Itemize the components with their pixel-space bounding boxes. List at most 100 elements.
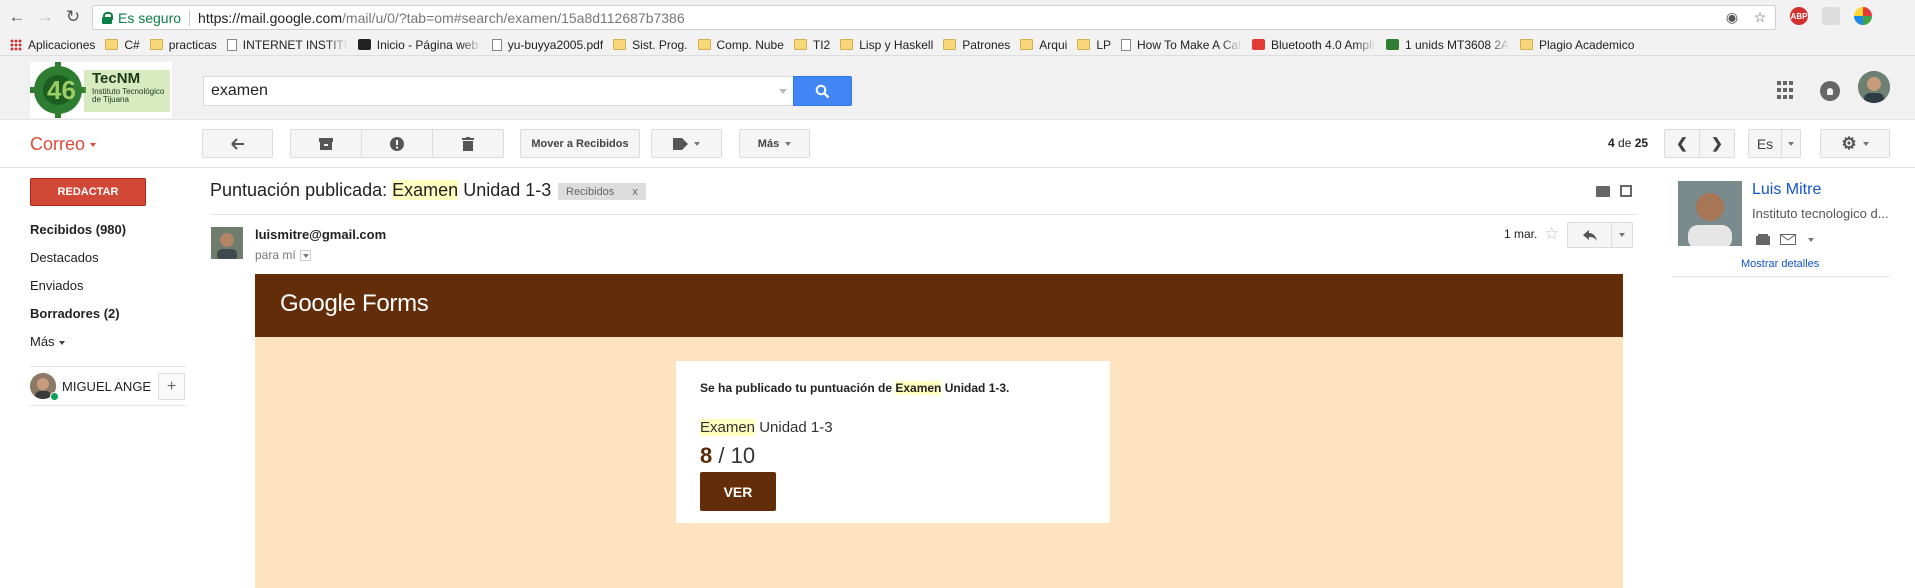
- settings-button[interactable]: ⚙: [1820, 129, 1890, 158]
- bookmark-item[interactable]: Aplicaciones: [10, 35, 95, 55]
- subject-highlight: Examen: [392, 180, 459, 200]
- browser-toolbar: ← → ↻ Es seguro https://mail.google.com/…: [0, 0, 1915, 34]
- subject-suffix: Unidad 1-3: [458, 180, 552, 200]
- bookmark-item[interactable]: Lisp y Haskell: [840, 35, 933, 55]
- account-avatar[interactable]: [1858, 71, 1890, 103]
- bookmark-item[interactable]: LP: [1077, 35, 1111, 55]
- color-extension-icon[interactable]: [1854, 7, 1872, 25]
- quiz-suffix: Unidad 1-3: [755, 419, 833, 436]
- search-box[interactable]: [203, 76, 793, 106]
- score-value: 8: [700, 443, 713, 468]
- more-actions-button[interactable]: Más: [739, 129, 810, 158]
- view-score-button[interactable]: VER: [700, 472, 776, 511]
- url-text[interactable]: https://mail.google.com/mail/u/0/?tab=om…: [198, 10, 685, 26]
- chevron-down-icon: [58, 340, 65, 345]
- eye-icon[interactable]: ◉: [1723, 8, 1741, 26]
- address-bar[interactable]: Es seguro https://mail.google.com/mail/u…: [92, 5, 1776, 30]
- adblock-extension-icon[interactable]: ABP: [1790, 7, 1808, 25]
- app-switcher-label: Correo: [30, 134, 86, 154]
- score-total: 10: [730, 443, 756, 468]
- bookmark-star-icon[interactable]: ☆: [1751, 8, 1769, 26]
- action-button-group: [290, 129, 504, 158]
- hangouts-user-name[interactable]: MIGUEL ANGEL: [62, 379, 152, 394]
- bookmark-item[interactable]: TI2: [793, 35, 831, 55]
- bookmark-label: C#: [124, 37, 140, 52]
- nav-item[interactable]: Enviados: [30, 278, 83, 293]
- app-switcher[interactable]: Correo: [30, 134, 97, 155]
- report-spam-button[interactable]: [361, 129, 433, 158]
- nav-item-label: Más: [30, 334, 55, 349]
- brand-forms: Forms: [361, 290, 429, 317]
- nav-item[interactable]: Recibidos (980): [30, 222, 126, 237]
- print-icon[interactable]: [1596, 186, 1610, 197]
- nav-item[interactable]: Destacados: [30, 250, 99, 265]
- bookmark-item[interactable]: Comp. Nube: [697, 35, 784, 55]
- google-apps-grid-icon[interactable]: [1776, 81, 1794, 99]
- bookmark-item[interactable]: yu-buyya2005.pdf: [491, 35, 603, 55]
- report-spam-icon: [390, 136, 404, 151]
- lock-icon: [102, 12, 113, 24]
- search-input[interactable]: [211, 82, 751, 100]
- contact-card-icon[interactable]: [1756, 234, 1770, 245]
- reload-icon[interactable]: ↻: [62, 6, 84, 28]
- back-arrow-icon[interactable]: ←: [6, 6, 28, 28]
- compose-button[interactable]: REDACTAR: [30, 178, 146, 206]
- bookmark-item[interactable]: Plagio Academico: [1520, 35, 1634, 55]
- brand-google: Google: [280, 290, 356, 317]
- older-button[interactable]: ❯: [1699, 129, 1735, 158]
- page-icon: [1386, 39, 1399, 50]
- subject-divider: [210, 214, 1638, 215]
- chevron-down-icon[interactable]: [1808, 237, 1814, 242]
- inbox-label-chip[interactable]: Recibidos x: [558, 183, 646, 200]
- reply-button[interactable]: [1567, 222, 1612, 248]
- bookmark-item[interactable]: Bluetooth 4.0 Amplific: [1252, 35, 1376, 55]
- forward-arrow-icon[interactable]: →: [34, 6, 56, 28]
- tecnm-logo[interactable]: 46 TecNM Instituto Tecnológico de Tijuan…: [30, 62, 172, 118]
- bookmark-item[interactable]: INTERNET INSTITUTO: [226, 35, 348, 55]
- bookmark-item[interactable]: Sist. Prog.: [613, 35, 688, 55]
- bookmark-label: LP: [1096, 37, 1111, 52]
- delete-button[interactable]: [432, 129, 504, 158]
- search-button[interactable]: [793, 76, 852, 106]
- move-to-inbox-button[interactable]: Mover a Recibidos: [520, 129, 640, 158]
- page-icon: [1121, 38, 1131, 51]
- sender-email[interactable]: luismitre@gmail.com: [255, 227, 386, 242]
- new-window-icon[interactable]: [1620, 185, 1632, 197]
- language-button[interactable]: Es: [1748, 129, 1782, 158]
- notifications-bell-icon[interactable]: [1820, 81, 1840, 101]
- bookmark-label: 1 unids MT3608 2A M: [1405, 37, 1510, 52]
- bookmark-item[interactable]: Inicio - Página web de: [357, 35, 482, 55]
- newer-button[interactable]: ❮: [1664, 129, 1700, 158]
- bookmark-item[interactable]: Patrones: [943, 35, 1010, 55]
- google-forms-logo: Google Forms: [280, 290, 429, 318]
- archive-button[interactable]: [290, 129, 362, 158]
- bookmark-item[interactable]: C#: [105, 35, 140, 55]
- remove-label-icon[interactable]: x: [632, 186, 638, 198]
- labels-button[interactable]: [651, 129, 722, 158]
- bookmark-item[interactable]: 1 unids MT3608 2A M: [1386, 35, 1510, 55]
- bookmark-label: TI2: [812, 37, 831, 52]
- folder-icon: [1077, 39, 1091, 50]
- contact-photo[interactable]: [1678, 181, 1742, 246]
- pdf-extension-icon[interactable]: [1822, 7, 1840, 25]
- language-dropdown[interactable]: [1781, 129, 1801, 158]
- reply-button-group: [1567, 222, 1633, 248]
- show-details-caret-icon[interactable]: [299, 250, 311, 262]
- reply-more-button[interactable]: [1611, 222, 1633, 248]
- search-options-caret-icon[interactable]: [779, 89, 787, 94]
- score-separator: /: [712, 443, 731, 468]
- bookmark-item[interactable]: Arqui: [1020, 35, 1067, 55]
- nav-item[interactable]: Borradores (2): [30, 306, 120, 321]
- add-contact-button[interactable]: +: [158, 373, 185, 400]
- bookmark-item[interactable]: practicas: [149, 35, 217, 55]
- show-details-link[interactable]: Mostrar detalles: [1741, 258, 1819, 270]
- nav-item-label: Borradores (2): [30, 306, 120, 321]
- star-icon[interactable]: ☆: [1544, 224, 1559, 244]
- contact-name[interactable]: Luis Mitre: [1752, 181, 1821, 199]
- bookmark-item[interactable]: How To Make A Calcu: [1121, 35, 1242, 55]
- google-forms-banner: Google Forms: [255, 274, 1623, 337]
- email-envelope-icon[interactable]: [1780, 234, 1796, 245]
- sender-avatar[interactable]: [211, 227, 243, 259]
- back-to-list-button[interactable]: [202, 129, 273, 158]
- nav-item[interactable]: Más: [30, 334, 65, 349]
